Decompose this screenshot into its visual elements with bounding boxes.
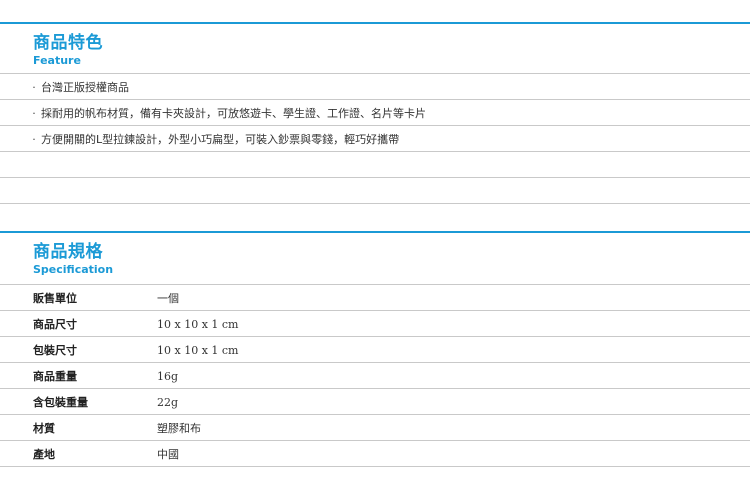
spec-value: 22g [157,395,179,409]
spec-label: 商品重量 [33,370,77,383]
spec-row-sales-unit: 販售單位 一個 [0,285,750,311]
spec-value: 一個 [157,292,179,305]
spec-value: 16g [157,369,179,383]
spec-label: 產地 [33,448,55,461]
feature-top-rule [0,22,750,24]
divider [0,177,750,178]
spec-label: 商品尺寸 [33,318,77,331]
feature-title: 商品特色 [33,33,103,53]
divider [0,203,750,204]
spec-subtitle: Specification [33,263,114,276]
spec-value: 10 x 10 x 1 cm [157,317,239,331]
feature-item: ‧ 採耐用的帆布材質，備有卡夾設計，可放悠遊卡、學生證、工作證、名片等卡片 [0,100,750,126]
spec-row-product-weight: 商品重量 16g [0,363,750,389]
spec-value: 10 x 10 x 1 cm [157,343,239,357]
spec-row-product-size: 商品尺寸 10 x 10 x 1 cm [0,311,750,337]
spec-title: 商品規格 [33,242,103,262]
feature-item-text: 方便開關的L型拉鍊設計，外型小巧扁型，可裝入鈔票與零錢，輕巧好攜帶 [41,133,400,146]
feature-subtitle: Feature [33,54,81,67]
feature-item: ‧ 方便開關的L型拉鍊設計，外型小巧扁型，可裝入鈔票與零錢，輕巧好攜帶 [0,126,750,152]
spec-row-origin: 產地 中國 [0,441,750,467]
spec-label: 包裝尺寸 [33,344,77,357]
feature-item-text: 台灣正版授權商品 [41,81,129,94]
feature-header: 商品特色 Feature [33,33,103,68]
spec-label: 含包裝重量 [33,396,88,409]
spec-top-rule [0,231,750,233]
bullet-icon: ‧ [32,80,36,94]
spec-header: 商品規格 Specification [33,242,113,277]
divider [0,151,750,152]
spec-label: 販售單位 [33,292,77,305]
feature-item-text: 採耐用的帆布材質，備有卡夾設計，可放悠遊卡、學生證、工作證、名片等卡片 [41,107,426,120]
spec-value: 塑膠和布 [157,422,201,435]
spec-value: 中國 [157,448,179,461]
divider [0,466,750,467]
bullet-icon: ‧ [32,132,36,146]
spec-label: 材質 [33,422,55,435]
spec-row-package-size: 包裝尺寸 10 x 10 x 1 cm [0,337,750,363]
spec-row-package-weight: 含包裝重量 22g [0,389,750,415]
feature-item: ‧ 台灣正版授權商品 [0,74,750,100]
spec-row-material: 材質 塑膠和布 [0,415,750,441]
bullet-icon: ‧ [32,106,36,120]
